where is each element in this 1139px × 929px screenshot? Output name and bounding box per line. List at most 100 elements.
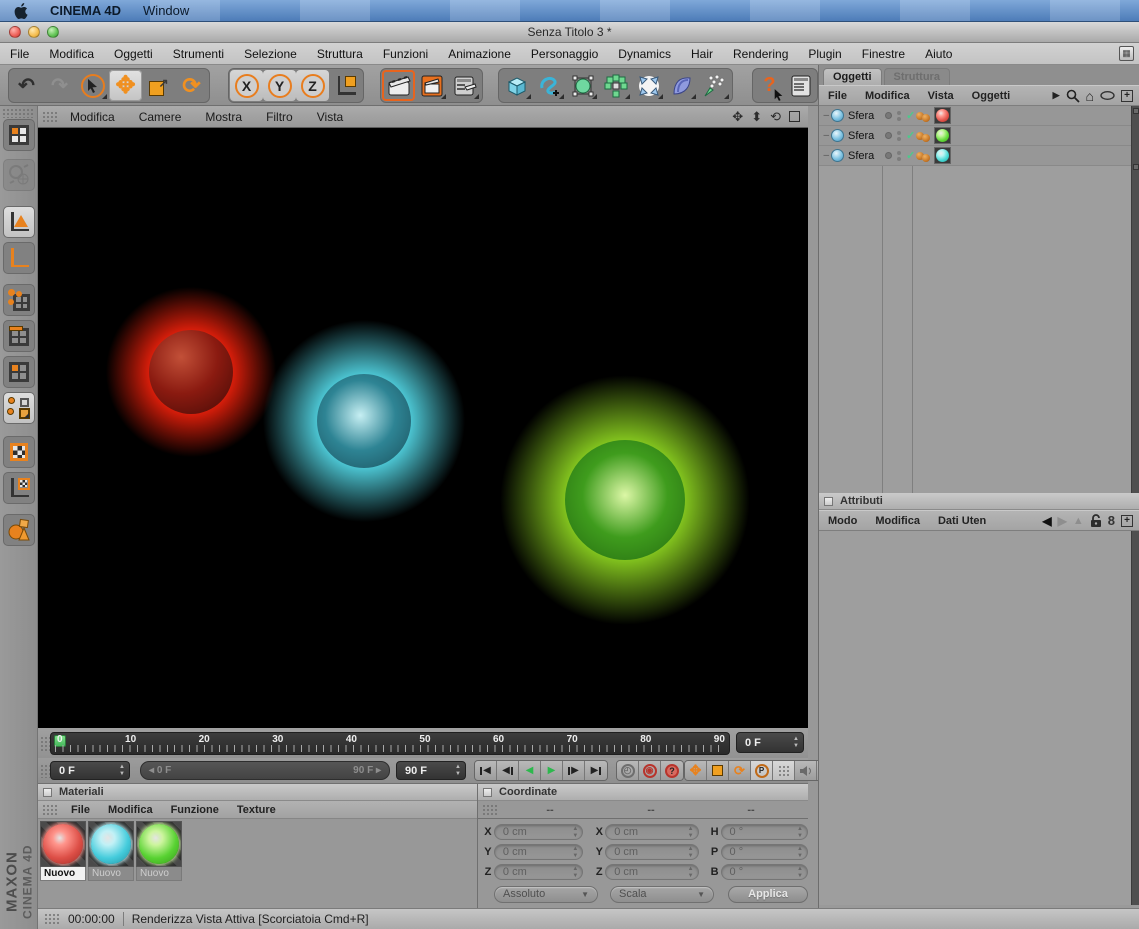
render-visibility-dots[interactable] — [897, 130, 901, 141]
object-name[interactable]: Sfera — [848, 110, 874, 122]
attributes-panel-titlebar[interactable]: Attributi — [819, 493, 1139, 510]
om-menu-file[interactable]: File — [819, 90, 856, 102]
viewport-pan-icon[interactable]: ✥ — [732, 109, 743, 125]
history-back-icon[interactable]: ◀ — [1042, 514, 1051, 528]
rot-b-field[interactable]: 0 ° ▲ ▼ — [720, 864, 808, 880]
material-item[interactable]: Nuovo — [136, 821, 182, 881]
previous-frame-button[interactable]: ◀ — [497, 761, 519, 780]
green-sphere[interactable] — [565, 440, 685, 560]
lock-y-axis-button[interactable]: Y — [263, 70, 296, 101]
scale-tool[interactable]: ↗ — [142, 70, 175, 101]
material-tag-icon[interactable] — [934, 127, 951, 144]
pos-x-field[interactable]: 0 cm ▲ ▼ — [493, 824, 584, 840]
lock-x-axis-button[interactable]: X — [230, 70, 263, 101]
cyan-sphere[interactable] — [317, 374, 411, 468]
attributes-add-panel-icon[interactable]: + — [1121, 514, 1133, 527]
material-tag-icon[interactable] — [934, 147, 951, 164]
menu-finestre[interactable]: Finestre — [852, 47, 915, 61]
viewport-canvas[interactable] — [38, 128, 808, 728]
phong-tag-icon[interactable] — [922, 134, 930, 142]
menu-file[interactable]: File — [0, 47, 39, 61]
add-environment-button[interactable] — [632, 70, 665, 101]
frame-end-field[interactable]: 90 F ▲ ▼ — [396, 761, 466, 780]
double-circle-icon[interactable]: 8 — [1108, 513, 1115, 528]
go-to-start-button[interactable]: ◀ — [475, 761, 497, 780]
menu-dynamics[interactable]: Dynamics — [608, 47, 681, 61]
texture-mode-button[interactable] — [3, 436, 35, 468]
object-axis-mode-button[interactable] — [3, 242, 35, 274]
enabled-checkmark[interactable]: ✓ — [906, 149, 915, 162]
material-tag-icon[interactable] — [934, 107, 951, 124]
apple-menu-icon[interactable] — [14, 2, 28, 19]
apply-button[interactable]: Applica — [728, 885, 808, 903]
pos-y-field[interactable]: 0 cm ▲ ▼ — [493, 844, 584, 860]
statusbar-grip[interactable] — [44, 913, 60, 925]
autokey-button[interactable]: ? — [661, 761, 683, 780]
next-frame-button[interactable]: ▶ — [563, 761, 585, 780]
help-button[interactable]: ? — [754, 70, 785, 101]
phong-tag-icon[interactable] — [922, 114, 930, 122]
materials-menu-modifica[interactable]: Modifica — [99, 804, 162, 816]
timeline-ruler[interactable]: 0 10 20 30 40 50 60 70 80 90 — [50, 732, 730, 755]
viewport-menu-filtro[interactable]: Filtro — [254, 110, 305, 124]
add-cube-object-button[interactable] — [500, 70, 533, 101]
menu-rendering[interactable]: Rendering — [723, 47, 798, 61]
lock-z-axis-button[interactable]: Z — [296, 70, 329, 101]
menu-strumenti[interactable]: Strumenti — [163, 47, 234, 61]
om-menu-modifica[interactable]: Modifica — [856, 90, 919, 102]
coordinate-system-button[interactable] — [329, 70, 362, 101]
key-rotation-button[interactable]: ⟳ — [729, 761, 751, 780]
coordinates-panel-titlebar[interactable]: Coordinate — [478, 784, 808, 801]
material-name[interactable]: Nuovo — [40, 867, 86, 881]
editor-visibility-dot[interactable] — [885, 112, 892, 119]
red-sphere[interactable] — [149, 330, 233, 414]
add-deformer-button[interactable] — [665, 70, 698, 101]
key-parameters-button[interactable]: P — [751, 761, 773, 780]
sidebar-grip[interactable] — [2, 108, 34, 118]
material-item[interactable]: Nuovo — [40, 821, 86, 881]
model-mode-button[interactable] — [3, 206, 35, 238]
render-picture-viewer-button[interactable] — [415, 70, 448, 101]
coordinates-grip[interactable] — [482, 803, 498, 816]
render-settings-button[interactable] — [448, 70, 481, 101]
lock-icon[interactable] — [1090, 513, 1102, 528]
window-layout-icon[interactable]: ▦ — [1119, 46, 1134, 61]
move-tool[interactable]: ✥ — [109, 70, 142, 101]
texture-axis-mode-button[interactable] — [3, 472, 35, 504]
menu-overflow-arrow-icon[interactable]: ▶ — [1053, 90, 1060, 101]
menu-modifica[interactable]: Modifica — [39, 47, 104, 61]
add-array-modifier-button[interactable] — [599, 70, 632, 101]
viewport-menu-camere[interactable]: Camere — [127, 110, 194, 124]
frame-range-slider[interactable]: ◂ 0 F 90 F ▸ — [140, 761, 390, 780]
menu-animazione[interactable]: Animazione — [438, 47, 521, 61]
redo-button[interactable]: ↷ — [43, 70, 76, 101]
edges-mode-button[interactable] — [3, 320, 35, 352]
menu-plugin[interactable]: Plugin — [798, 47, 851, 61]
editor-visibility-dot[interactable] — [885, 152, 892, 159]
key-position-button[interactable]: ✥ — [685, 761, 707, 780]
viewport-menu-modifica[interactable]: Modifica — [58, 110, 127, 124]
viewport-menu-mostra[interactable]: Mostra — [193, 110, 254, 124]
eye-icon[interactable] — [1100, 91, 1115, 100]
coordinates-panel-checkbox[interactable] — [483, 787, 492, 797]
viewport-zoom-icon[interactable]: ⬍ — [751, 109, 762, 125]
polygons-mode-button[interactable] — [3, 356, 35, 388]
osx-menu-window[interactable]: Window — [143, 3, 189, 18]
key-pla-button[interactable] — [773, 761, 795, 780]
menu-personaggio[interactable]: Personaggio — [521, 47, 608, 61]
menu-selezione[interactable]: Selezione — [234, 47, 307, 61]
om-menu-oggetti[interactable]: Oggetti — [963, 90, 1020, 102]
object-mode-button[interactable] — [3, 514, 35, 546]
menu-funzioni[interactable]: Funzioni — [373, 47, 438, 61]
object-name[interactable]: Sfera — [848, 130, 874, 142]
timeline-grip[interactable] — [40, 736, 50, 752]
viewport-maximize-icon[interactable] — [789, 110, 800, 122]
pos-z-field[interactable]: 0 cm ▲ ▼ — [493, 864, 584, 880]
attr-menu-dati-uten[interactable]: Dati Uten — [929, 515, 995, 527]
rotate-tool[interactable]: ⟳ — [175, 70, 208, 101]
render-visibility-dots[interactable] — [897, 110, 901, 121]
add-particles-button[interactable] — [698, 70, 731, 101]
add-spline-button[interactable] — [533, 70, 566, 101]
editor-visibility-dot[interactable] — [885, 132, 892, 139]
play-backwards-button[interactable]: ◀ — [519, 761, 541, 780]
